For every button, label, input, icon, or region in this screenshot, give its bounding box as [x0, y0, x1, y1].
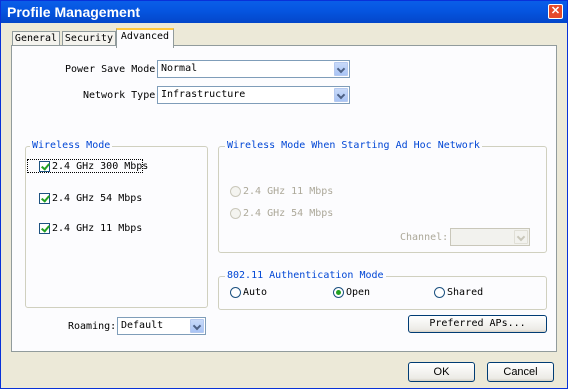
checkbox-300mbps-label: 2.4 GHz 300 Mbps [52, 161, 149, 172]
chevron-down-icon[interactable] [190, 319, 204, 333]
adhoc-mode-legend: Wireless Mode When Starting Ad Hoc Netwo… [225, 140, 482, 151]
auth-mode-group: 802.11 Authentication Mode [218, 270, 547, 310]
roaming-label: Roaming: [68, 321, 117, 332]
wireless-mode-legend: Wireless Mode [30, 140, 113, 151]
roaming-select[interactable]: Default [117, 317, 206, 335]
network-type-value: Infrastructure [161, 89, 246, 100]
profile-management-dialog: Profile Management ✕ General Security Ad… [0, 0, 568, 389]
adhoc-radio-54mbps[interactable] [230, 208, 241, 219]
ok-button[interactable]: OK [408, 362, 475, 382]
chevron-down-icon[interactable] [334, 88, 348, 102]
channel-select[interactable] [450, 228, 530, 246]
auth-mode-legend: 802.11 Authentication Mode [225, 270, 386, 281]
tab-security[interactable]: Security [62, 31, 116, 46]
close-button[interactable]: ✕ [548, 4, 563, 19]
adhoc-radio-11mbps[interactable] [230, 186, 241, 197]
adhoc-radio-11mbps-label: 2.4 GHz 11 Mbps [243, 186, 334, 197]
power-save-mode-select[interactable]: Normal [157, 60, 350, 78]
auth-radio-shared[interactable] [434, 287, 445, 298]
auth-radio-open-label: Open [346, 287, 371, 298]
power-save-mode-value: Normal [161, 63, 198, 74]
chevron-down-icon[interactable] [514, 230, 528, 244]
tab-advanced[interactable]: Advanced [116, 28, 174, 48]
checkbox-54mbps[interactable] [39, 193, 50, 204]
auth-radio-shared-label: Shared [447, 287, 484, 298]
network-type-label: Network Type: [83, 90, 162, 101]
channel-label: Channel: [400, 232, 449, 243]
chevron-down-icon[interactable] [334, 62, 348, 76]
title-bar[interactable]: Profile Management ✕ [1, 1, 567, 23]
close-icon: ✕ [550, 5, 561, 17]
auth-radio-open[interactable] [333, 287, 344, 298]
window-title: Profile Management [7, 4, 141, 20]
checkbox-11mbps-label: 2.4 GHz 11 Mbps [52, 223, 143, 234]
adhoc-radio-54mbps-label: 2.4 GHz 54 Mbps [243, 208, 334, 219]
network-type-select[interactable]: Infrastructure [157, 86, 350, 104]
auth-radio-auto-label: Auto [243, 287, 268, 298]
checkbox-11mbps[interactable] [39, 223, 50, 234]
tab-general[interactable]: General [12, 31, 60, 46]
checkbox-300mbps[interactable] [39, 161, 50, 172]
auth-radio-auto[interactable] [230, 287, 241, 298]
cancel-button[interactable]: Cancel [487, 362, 554, 382]
checkbox-54mbps-label: 2.4 GHz 54 Mbps [52, 193, 143, 204]
roaming-value: Default [121, 320, 164, 331]
preferred-aps-button[interactable]: Preferred APs... [408, 315, 547, 333]
power-save-mode-label: Power Save Mode: [65, 64, 162, 75]
